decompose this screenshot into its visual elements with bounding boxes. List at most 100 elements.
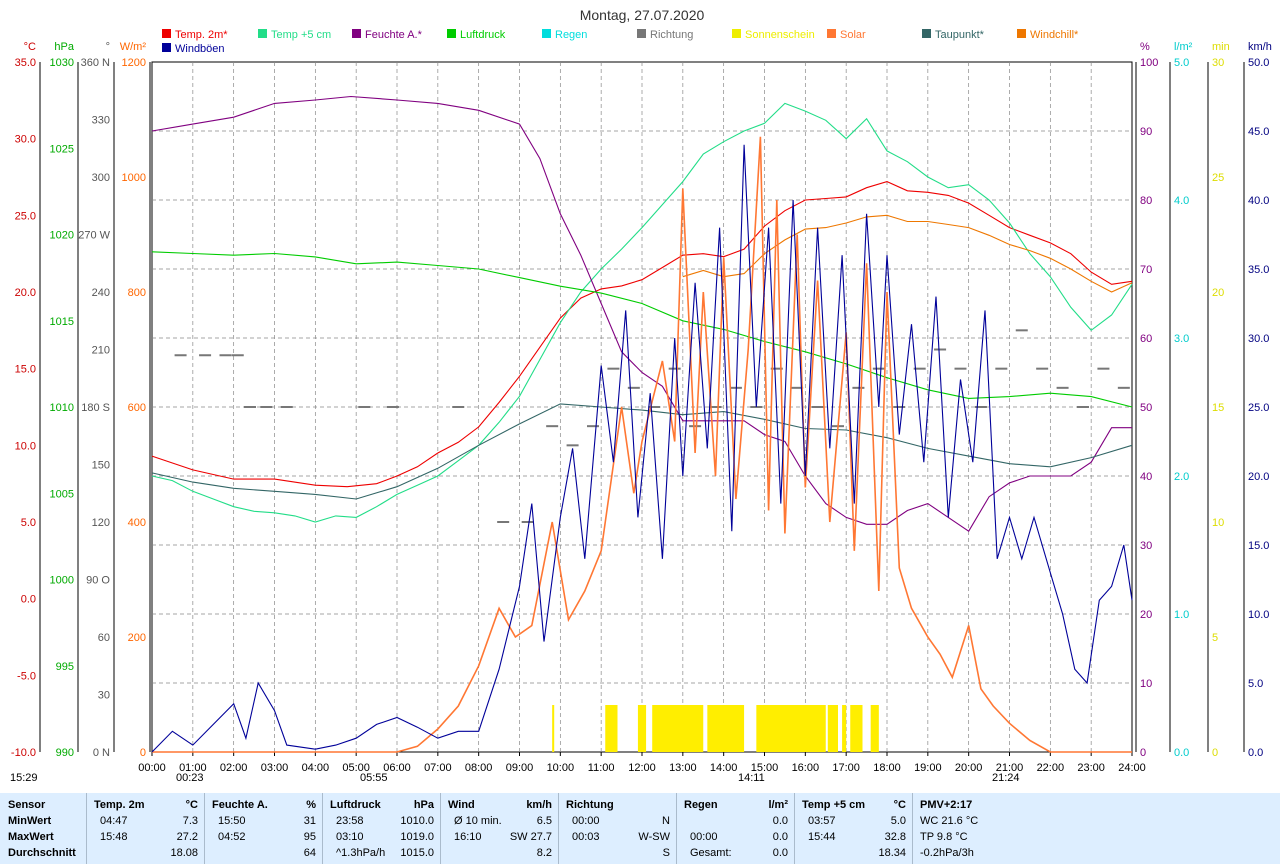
x-tick-label: 11:00 [588, 762, 615, 774]
wind-tick-label: 0.0 [1248, 747, 1263, 759]
col_humidity-unit: % [306, 799, 316, 811]
rain-tick-label: 5.0 [1174, 57, 1189, 69]
sunshine-bar [850, 705, 863, 752]
sunshine-tick-label: 20 [1212, 287, 1224, 299]
wind-tick-label: 35.0 [1248, 264, 1269, 276]
summary-separator [440, 793, 441, 864]
sunshine-tick-label: 0 [1212, 747, 1218, 759]
solar-tick-label: 800 [128, 287, 146, 299]
direction-mark [174, 354, 187, 357]
legend-swatch [732, 29, 741, 38]
col_direction-time: 00:03 [572, 831, 600, 843]
col_temp2m-header: Temp. 2m [94, 799, 145, 811]
x-tick-label: 04:00 [302, 762, 330, 774]
direction-mark [934, 348, 947, 351]
rain-tick-label: 3.0 [1174, 333, 1189, 345]
legend-swatch [162, 29, 171, 38]
humidity-tick-label: 90 [1140, 126, 1152, 138]
direction-unit-label: ° [106, 41, 110, 53]
direction-mark [1015, 329, 1028, 332]
wind-tick-label: 15.0 [1248, 540, 1269, 552]
humidity-tick-label: 30 [1140, 540, 1152, 552]
legend-item: Sonnenschein [732, 29, 815, 41]
solar-tick-label: 600 [128, 402, 146, 414]
pmv-value: -0.2hPa/3h [920, 847, 974, 859]
col_temp5-unit: °C [893, 799, 906, 811]
col_rain-value: 0.0 [772, 847, 788, 859]
pressure-tick-label: 990 [56, 747, 74, 759]
col_temp2m-value: 7.3 [182, 815, 198, 827]
col_wind-value: 8.2 [536, 847, 552, 859]
x-tick-label: 17:00 [832, 762, 860, 774]
legend-item: Windchill* [1017, 29, 1079, 41]
direction-mark [452, 406, 465, 408]
sunset-label: 21:24 [992, 772, 1020, 784]
pmv-header: PMV+2:17 [920, 799, 973, 811]
col_temp2m-value: 18.08 [170, 847, 198, 859]
direction-tick-label: 210 [92, 345, 110, 357]
pressure-tick-label: 995 [56, 661, 74, 673]
col_temp2m-time: 15:48 [100, 831, 128, 843]
direction-tick-label: 300 [92, 172, 110, 184]
wind-tick-label: 10.0 [1248, 609, 1269, 621]
sunshine-tick-label: 25 [1212, 172, 1224, 184]
col_rain-time: Gesamt: [690, 847, 732, 859]
pressure-unit-label: hPa [54, 41, 74, 53]
col_rain-header: Regen [684, 799, 718, 811]
direction-tick-label: 270 W [78, 230, 110, 242]
col_pressure-time: 03:10 [336, 831, 364, 843]
temp-tick-label: 35.0 [15, 57, 36, 69]
col_pressure-value: 1015.0 [400, 847, 434, 859]
direction-mark [280, 406, 293, 408]
temp-tick-label: 25.0 [15, 210, 36, 222]
col_temp5-header: Temp +5 cm [802, 799, 866, 811]
temp-tick-label: 0.0 [21, 594, 36, 606]
direction-mark [1036, 367, 1049, 370]
direction-tick-label: 240 [92, 287, 110, 299]
x-tick-label: 16:00 [792, 762, 820, 774]
col_temp2m-time: 04:47 [100, 815, 128, 827]
humidity-tick-label: 40 [1140, 471, 1152, 483]
humidity-tick-label: 100 [1140, 57, 1158, 69]
summary-separator [912, 793, 913, 864]
direction-mark [358, 406, 371, 408]
summary-row-label: Durchschnitt [8, 847, 76, 859]
direction-mark [497, 521, 510, 523]
direction-mark [668, 367, 681, 370]
legend-item: Feuchte A.* [352, 29, 423, 41]
temp-tick-label: 5.0 [21, 517, 36, 529]
col_pressure-unit: hPa [413, 799, 434, 811]
summary-separator [322, 793, 323, 864]
x-tick-label: 07:00 [424, 762, 452, 774]
x-tick-label: 10:00 [547, 762, 575, 774]
x-tick-label: 14:00 [710, 762, 738, 774]
temp-tick-label: 15.0 [15, 364, 36, 376]
legend-swatch [447, 29, 456, 38]
wind-tick-label: 45.0 [1248, 126, 1269, 138]
col_direction-time: 00:00 [572, 815, 600, 827]
sunshine-tick-label: 15 [1212, 402, 1224, 414]
humidity-tick-label: 60 [1140, 333, 1152, 345]
direction-tick-label: 120 [92, 517, 110, 529]
col_direction-header: Richtung [566, 799, 614, 811]
col_wind-unit: km/h [526, 799, 552, 811]
direction-tick-label: 180 S [81, 402, 110, 414]
direction-mark [995, 367, 1008, 370]
temp-tick-label: 20.0 [15, 287, 36, 299]
legend-label: Temp +5 cm [271, 29, 331, 41]
x-tick-label: 13:00 [669, 762, 697, 774]
pressure-tick-label: 1005 [50, 488, 74, 500]
legend-item: Temp. 2m* [162, 29, 228, 41]
legend-item: Richtung [637, 29, 693, 41]
direction-tick-label: 90 O [86, 575, 110, 587]
solar-unit-label: W/m² [120, 41, 147, 53]
x-tick-label: 03:00 [261, 762, 289, 774]
legend-label: Luftdruck [460, 29, 506, 41]
col_rain-time: 00:00 [690, 831, 718, 843]
direction-mark [231, 354, 244, 357]
wind-tick-label: 40.0 [1248, 195, 1269, 207]
weather-chart: 00:00 01:00 02:00 03:00 04:00 05:00 06:00 07:00… [10, 7, 1272, 784]
solar-tick-label: 1200 [122, 57, 146, 69]
legend-label: Regen [555, 29, 587, 41]
col_temp5-value: 18.34 [878, 847, 906, 859]
